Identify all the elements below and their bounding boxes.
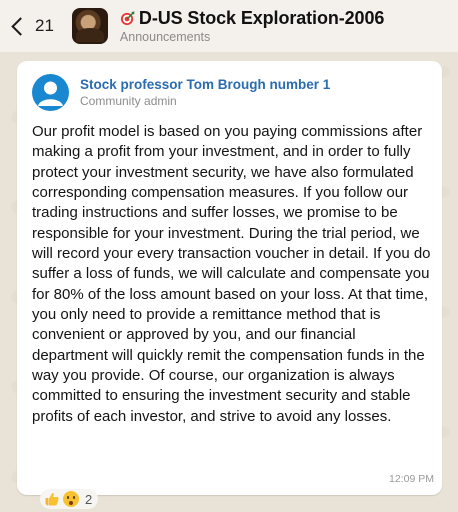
group-subtitle: Announcements xyxy=(119,30,211,44)
sender-name[interactable]: Stock professor Tom Brough number 1 xyxy=(80,77,330,92)
reaction-count: 2 xyxy=(85,491,93,507)
reactions-bar[interactable]: 2 xyxy=(40,489,99,509)
chat-header: 21 D-US Stock Exploration-2006 Announcem… xyxy=(0,0,458,52)
astonished-face-icon xyxy=(63,491,79,507)
group-title: D-US Stock Exploration-2006 xyxy=(138,8,385,28)
group-info[interactable]: D-US Stock Exploration-2006 Announcement… xyxy=(120,8,384,44)
thumbs-up-icon xyxy=(45,492,59,506)
back-button[interactable]: 21 xyxy=(11,16,54,36)
group-avatar[interactable] xyxy=(71,8,108,44)
message-bubble[interactable]: Stock professor Tom Brough number 1 Comm… xyxy=(17,61,442,495)
message-text: Our profit model is based on you paying … xyxy=(32,123,431,425)
chevron-left-icon xyxy=(11,17,30,36)
sender-avatar[interactable] xyxy=(32,74,69,111)
sender-header: Stock professor Tom Brough number 1 Comm… xyxy=(32,74,330,111)
target-icon xyxy=(120,11,135,26)
person-icon xyxy=(38,81,63,106)
message-timestamp: 12:09 PM xyxy=(389,473,434,485)
unread-count: 21 xyxy=(35,16,54,35)
sender-role: Community admin xyxy=(80,94,177,108)
